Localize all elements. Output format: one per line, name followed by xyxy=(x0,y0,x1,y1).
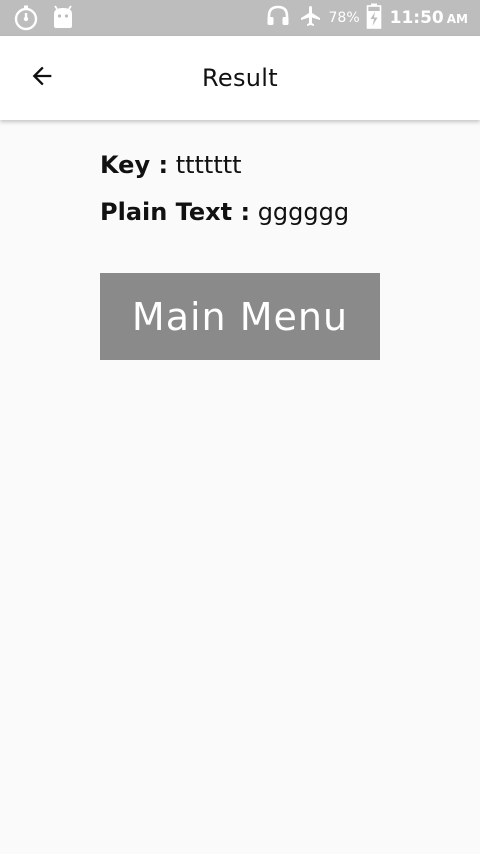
plain-text-label: Plain Text : xyxy=(100,198,251,226)
status-bar: 78% 11:50 AM xyxy=(0,0,480,36)
headset-icon xyxy=(265,4,291,33)
back-button[interactable] xyxy=(22,60,62,96)
clock-time: 11:50 xyxy=(389,8,444,28)
clock-ampm: AM xyxy=(446,12,468,26)
key-label: Key : xyxy=(100,151,169,179)
airplane-mode-icon xyxy=(299,4,323,33)
page-title: Result xyxy=(202,64,278,92)
key-row: Key : ttttttt xyxy=(100,148,400,182)
battery-icon xyxy=(366,3,382,34)
key-value: ttttttt xyxy=(175,151,242,179)
main-menu-button[interactable]: Main Menu xyxy=(100,273,380,360)
status-bar-right: 78% 11:50 AM xyxy=(265,0,468,36)
result-panel: Key : ttttttt Plain Text : gggggg xyxy=(100,148,400,229)
arrow-left-icon xyxy=(28,62,56,95)
plain-text-value: gggggg xyxy=(257,198,350,226)
timer-icon xyxy=(12,4,40,32)
app-bar: Result xyxy=(0,36,480,120)
plain-text-row: Plain Text : gggggg xyxy=(100,195,400,229)
battery-percent: 78% xyxy=(328,10,360,26)
android-icon xyxy=(50,4,78,32)
status-clock: 11:50 AM xyxy=(390,8,468,28)
